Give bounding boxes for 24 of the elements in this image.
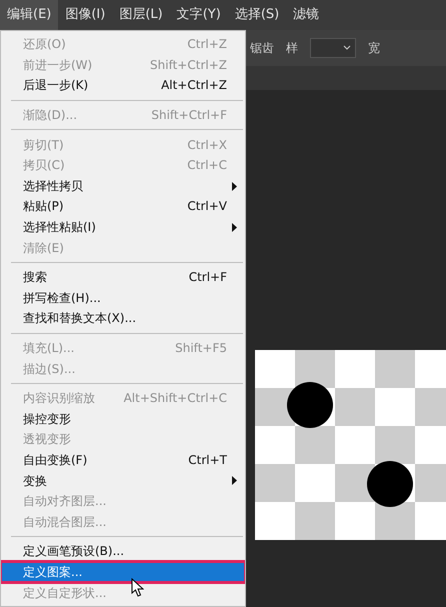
style-label: 样 xyxy=(286,40,298,57)
style-dropdown[interactable] xyxy=(310,38,356,58)
width-label: 宽 xyxy=(368,40,380,57)
menubar-item[interactable]: 图像(I) xyxy=(58,0,112,30)
caret-icon xyxy=(343,45,351,51)
menu-item[interactable]: 拼写检查(H)... xyxy=(1,288,245,308)
menu-item[interactable]: 粘贴(P) Ctrl+V xyxy=(1,196,245,217)
menu-item[interactable]: 变换 xyxy=(1,470,245,491)
menubar-item[interactable]: 图层(L) xyxy=(112,0,170,30)
menubar-item[interactable]: 文字(Y) xyxy=(170,0,228,30)
antialias-label: 锯齿 xyxy=(250,40,274,57)
menubar-item[interactable]: 编辑(E) xyxy=(0,0,58,30)
menu-item[interactable]: 搜索 Ctrl+F xyxy=(1,266,245,288)
menubar-item[interactable]: 滤镜 xyxy=(286,0,326,30)
menu-item[interactable]: 操控变形 xyxy=(1,408,245,430)
menu-item[interactable]: 选择性拷贝 xyxy=(1,176,245,196)
menu-item[interactable]: 自由变换(F) Ctrl+T xyxy=(1,450,245,470)
menu-item[interactable]: 定义图案... xyxy=(1,562,245,582)
cursor-icon xyxy=(131,578,144,597)
menu-item[interactable]: 查找和替换文本(X)... xyxy=(1,308,245,329)
menu-item[interactable]: 后退一步(K) Alt+Ctrl+Z xyxy=(1,75,245,96)
menubar-item[interactable]: 选择(S) xyxy=(228,0,286,30)
menu-item[interactable]: 选择性粘贴(I) xyxy=(1,216,245,238)
menu-item[interactable]: 定义画笔预设(B)... xyxy=(1,541,245,562)
